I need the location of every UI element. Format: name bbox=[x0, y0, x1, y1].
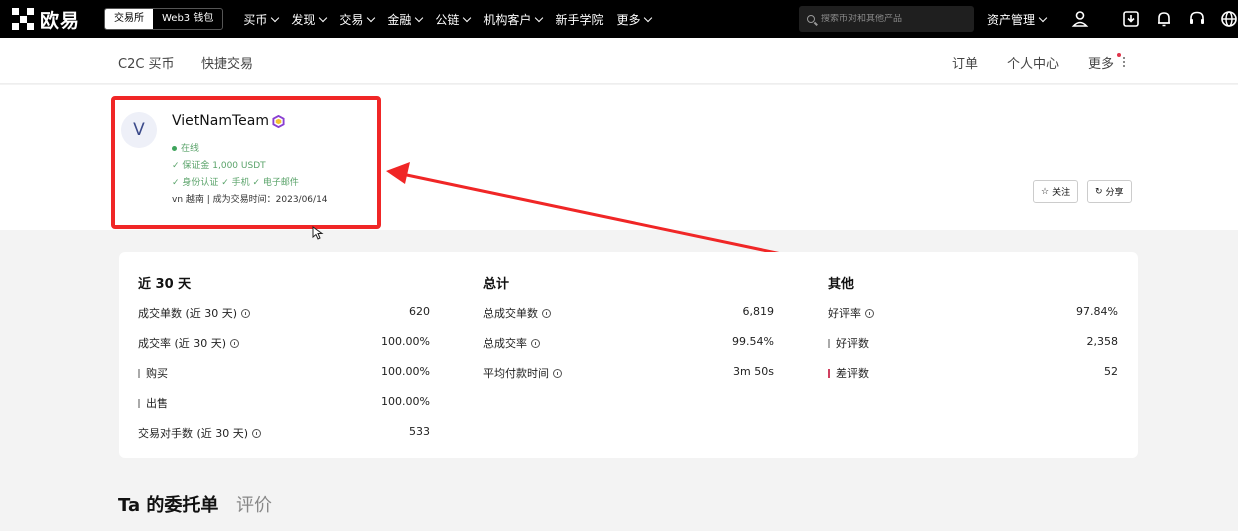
mouse-cursor-icon bbox=[312, 226, 324, 240]
tab-reviews[interactable]: 评价 bbox=[236, 491, 272, 517]
stat-value: 3m 50s bbox=[733, 365, 774, 378]
info-icon[interactable] bbox=[865, 308, 874, 318]
indent-bar-icon bbox=[828, 338, 830, 348]
stat-label: 总成交率 bbox=[483, 335, 540, 351]
stat-value: 100.00% bbox=[381, 395, 430, 408]
stat-label: 出售 bbox=[138, 395, 168, 411]
indent-bar-icon bbox=[828, 368, 830, 378]
stat-value: 99.54% bbox=[732, 335, 774, 348]
stat-value: 2,358 bbox=[1086, 335, 1119, 348]
stat-label: 成交率 (近 30 天) bbox=[138, 335, 240, 351]
merchant-stats-card bbox=[119, 252, 1138, 458]
stat-label: 平均付款时间 bbox=[483, 365, 562, 381]
stat-label: 好评数 bbox=[828, 335, 869, 351]
info-icon[interactable] bbox=[230, 338, 240, 348]
info-icon[interactable] bbox=[531, 338, 540, 348]
stat-label: 差评数 bbox=[828, 365, 869, 381]
info-icon[interactable] bbox=[252, 428, 262, 438]
stats-recent-title: 近 30 天 bbox=[138, 277, 192, 292]
stat-value: 97.84% bbox=[1076, 305, 1118, 318]
stat-value: 533 bbox=[409, 425, 430, 438]
stat-value: 52 bbox=[1104, 365, 1118, 378]
info-icon[interactable] bbox=[241, 308, 251, 318]
indent-bar-icon bbox=[138, 368, 140, 378]
stat-label: 交易对手数 (近 30 天) bbox=[138, 425, 262, 441]
info-icon[interactable] bbox=[542, 308, 551, 318]
indent-bar-icon bbox=[138, 398, 140, 408]
stat-label: 成交单数 (近 30 天) bbox=[138, 305, 251, 321]
stat-value: 620 bbox=[409, 305, 430, 318]
stat-value: 100.00% bbox=[381, 365, 430, 378]
stat-label: 好评率 bbox=[828, 305, 874, 321]
tab-orders[interactable]: Ta 的委托单 bbox=[118, 491, 218, 517]
stat-label: 购买 bbox=[138, 365, 168, 381]
stat-label: 总成交单数 bbox=[483, 305, 551, 321]
stat-value: 100.00% bbox=[381, 335, 430, 348]
stat-value: 6,819 bbox=[742, 305, 775, 318]
info-icon[interactable] bbox=[553, 368, 562, 378]
stats-total-title: 总计 bbox=[483, 277, 510, 292]
stats-other-title: 其他 bbox=[828, 277, 855, 292]
